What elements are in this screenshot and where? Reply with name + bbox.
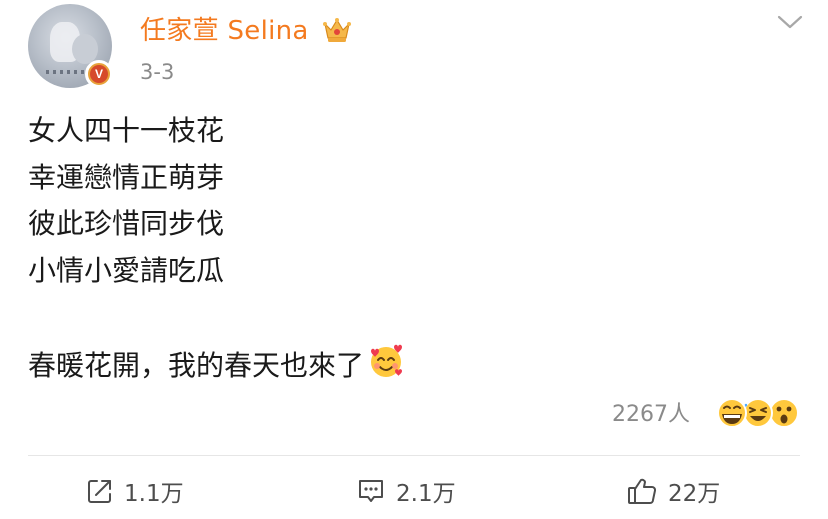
divider: [28, 455, 800, 456]
post-closing-text: 春暖花開，我的春天也來了: [28, 348, 365, 382]
reaction-count[interactable]: 2267人: [612, 396, 690, 428]
post-closing-line: 春暖花開，我的春天也來了: [28, 341, 406, 390]
post-body: 女人四十一枝花 幸運戀情正萌芽 彼此珍惜同步伐 小情小愛請吃瓜 春暖花開，我的春…: [28, 108, 406, 389]
author-name[interactable]: 任家萱 Selina: [140, 10, 309, 47]
crown-icon: [323, 18, 351, 42]
like-count: 22万: [668, 481, 721, 507]
share-icon: [88, 480, 111, 503]
verified-badge-icon: V: [85, 60, 113, 88]
weibo-post-card: V 任家萱 Selina 3-3 女人四十一枝花 幸運戀情正萌芽 彼此珍惜同步伐…: [0, 0, 828, 519]
thumbs-up-icon: [628, 478, 656, 504]
avatar-figure-secondary: [72, 34, 98, 64]
post-timestamp[interactable]: 3-3: [140, 60, 174, 84]
comment-icon: [359, 480, 383, 502]
chevron-down-icon[interactable]: [776, 12, 804, 32]
post-line: 彼此珍惜同步伐: [28, 207, 225, 240]
post-line: 小情小愛請吃瓜: [28, 253, 225, 287]
smiling-face-with-hearts-icon: [371, 344, 403, 377]
verified-badge-letter: V: [90, 65, 108, 83]
surprised-face-icon: [769, 398, 799, 428]
comment-button[interactable]: 2.1万: [356, 473, 456, 509]
share-count: 1.1万: [124, 481, 184, 507]
like-button[interactable]: 22万: [626, 473, 720, 509]
avatar-caption-dots: [46, 70, 86, 74]
laughing-face-icon: [743, 398, 773, 428]
share-button[interactable]: 1.1万: [86, 473, 184, 509]
post-line: 幸運戀情正萌芽: [28, 160, 225, 194]
post-line: 女人四十一枝花: [28, 114, 225, 147]
reaction-emoji-stack[interactable]: [712, 395, 802, 431]
grinning-face-icon: [717, 398, 747, 428]
comment-count: 2.1万: [396, 481, 456, 507]
